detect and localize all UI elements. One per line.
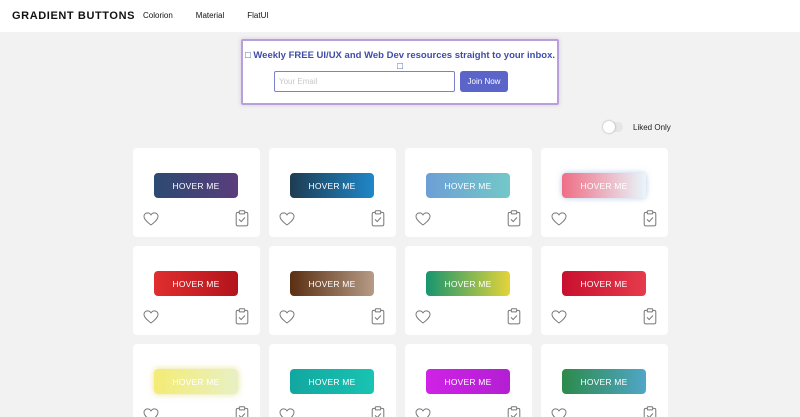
clipboard-check-icon[interactable]: [371, 308, 385, 325]
button-card-8: HOVER ME: [541, 246, 668, 335]
gradient-button[interactable]: HOVER ME: [426, 173, 510, 198]
gradient-button[interactable]: HOVER ME: [290, 369, 374, 394]
heart-icon[interactable]: [415, 212, 431, 226]
gradient-button[interactable]: HOVER ME: [290, 271, 374, 296]
clipboard-check-icon[interactable]: [643, 308, 657, 325]
clipboard-check-icon[interactable]: [643, 210, 657, 227]
newsletter-title: □ Weekly FREE UI/UX and Web Dev resource…: [243, 50, 557, 72]
clipboard-check-icon[interactable]: [507, 406, 521, 417]
button-card-4: HOVER ME: [541, 148, 668, 237]
heart-icon[interactable]: [279, 310, 295, 324]
heart-icon[interactable]: [551, 408, 567, 417]
gradient-button[interactable]: HOVER ME: [154, 271, 238, 296]
clipboard-check-icon[interactable]: [507, 308, 521, 325]
heart-icon[interactable]: [551, 310, 567, 324]
button-card-7: HOVER ME: [405, 246, 532, 335]
gradient-button[interactable]: HOVER ME: [562, 369, 646, 394]
clipboard-check-icon[interactable]: [371, 210, 385, 227]
clipboard-check-icon[interactable]: [235, 308, 249, 325]
heart-icon[interactable]: [279, 212, 295, 226]
gradient-button[interactable]: HOVER ME: [426, 369, 510, 394]
heart-icon[interactable]: [143, 212, 159, 226]
button-card-2: HOVER ME: [269, 148, 396, 237]
button-card-9: HOVER ME: [133, 344, 260, 417]
join-now-button[interactable]: Join Now: [460, 71, 508, 92]
heart-icon[interactable]: [551, 212, 567, 226]
top-header: GRADIENT BUTTONS Colorion Material FlatU…: [0, 0, 800, 32]
clipboard-check-icon[interactable]: [643, 406, 657, 417]
main-nav: Colorion Material FlatUI: [143, 11, 292, 20]
toggle-knob: [603, 121, 615, 133]
clipboard-check-icon[interactable]: [371, 406, 385, 417]
liked-only-label: Liked Only: [633, 122, 671, 132]
nav-link-flatui[interactable]: FlatUI: [247, 11, 268, 20]
liked-only-filter: Liked Only: [603, 121, 671, 133]
button-card-12: HOVER ME: [541, 344, 668, 417]
heart-icon[interactable]: [143, 408, 159, 417]
button-card-1: HOVER ME: [133, 148, 260, 237]
button-card-3: HOVER ME: [405, 148, 532, 237]
heart-icon[interactable]: [279, 408, 295, 417]
gradient-button[interactable]: HOVER ME: [562, 173, 646, 198]
clipboard-check-icon[interactable]: [235, 406, 249, 417]
brand-title[interactable]: GRADIENT BUTTONS: [12, 10, 135, 22]
gradient-button[interactable]: HOVER ME: [154, 369, 238, 394]
button-card-5: HOVER ME: [133, 246, 260, 335]
clipboard-check-icon[interactable]: [507, 210, 521, 227]
button-card-6: HOVER ME: [269, 246, 396, 335]
gradient-button[interactable]: HOVER ME: [426, 271, 510, 296]
email-input[interactable]: [274, 71, 455, 92]
button-card-10: HOVER ME: [269, 344, 396, 417]
newsletter-box: □ Weekly FREE UI/UX and Web Dev resource…: [241, 39, 559, 105]
gradient-button[interactable]: HOVER ME: [290, 173, 374, 198]
button-card-11: HOVER ME: [405, 344, 532, 417]
liked-only-toggle[interactable]: [603, 121, 623, 133]
envelope-icon: □: [244, 50, 251, 61]
heart-icon[interactable]: [143, 310, 159, 324]
heart-icon[interactable]: [415, 310, 431, 324]
nav-link-colorion[interactable]: Colorion: [143, 11, 173, 20]
gradient-button[interactable]: HOVER ME: [562, 271, 646, 296]
clipboard-check-icon[interactable]: [235, 210, 249, 227]
gradient-button[interactable]: HOVER ME: [154, 173, 238, 198]
heart-icon[interactable]: [415, 408, 431, 417]
newsletter-title-text: Weekly FREE UI/UX and Web Dev resources …: [253, 50, 555, 61]
nav-link-material[interactable]: Material: [196, 11, 224, 20]
